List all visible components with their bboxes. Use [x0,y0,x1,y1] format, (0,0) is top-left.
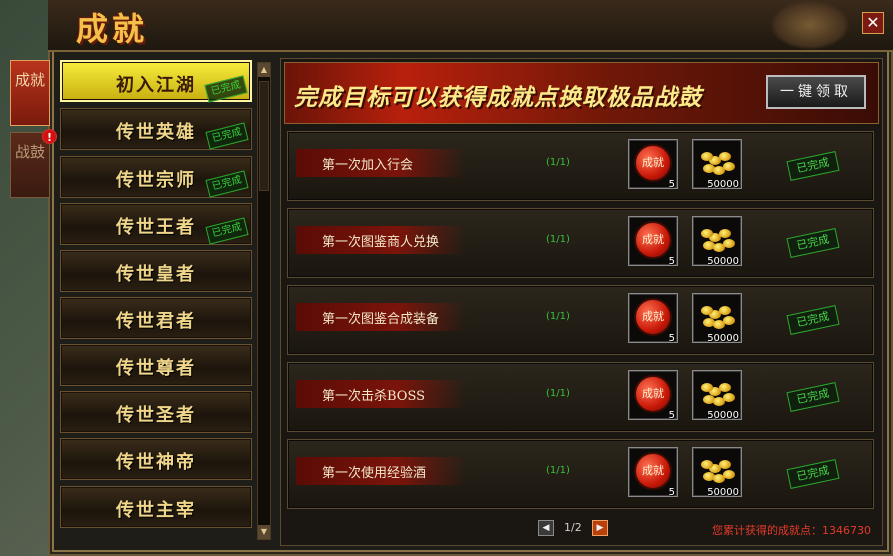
achievement-progress: (1/1) [546,311,570,322]
reward-slot-achievement[interactable]: 成就 5 [628,139,678,190]
completed-stamp: 已完成 [786,459,840,489]
gold-coins-icon [699,225,737,255]
list-item[interactable]: 传世主宰 [60,486,252,528]
reward-count: 50000 [707,333,739,344]
reward-slot-gold[interactable]: 50000 [692,293,742,344]
reward-slot-achievement[interactable]: 成就 5 [628,216,678,267]
list-item[interactable]: 传世圣者 [60,391,252,433]
reward-count: 5 [668,487,675,498]
list-scrollbar[interactable]: ▲ ▼ [257,62,271,540]
gold-coins-icon [699,456,737,486]
reward-slot-gold[interactable]: 50000 [692,370,742,421]
reward-count: 5 [668,256,675,267]
prev-page-button[interactable]: ◀ [538,520,554,536]
reward-count: 50000 [707,410,739,421]
scroll-thumb[interactable] [259,81,269,191]
scroll-down-icon[interactable]: ▼ [258,525,270,539]
scroll-up-icon[interactable]: ▲ [258,63,270,77]
achievement-progress: (1/1) [546,388,570,399]
reward-count: 5 [668,410,675,421]
achievement-progress: (1/1) [546,465,570,476]
title-bar[interactable] [48,0,893,52]
close-button[interactable]: ✕ [862,12,884,34]
achievement-name: 第一次图鉴商人兑换 [322,235,440,250]
list-item[interactable]: 传世王者 已完成 [60,203,252,245]
achievement-name: 第一次加入行会 [322,158,414,173]
list-item-label: 传世圣者 [116,405,196,426]
list-item-label: 传世皇者 [116,264,196,285]
reward-count: 50000 [707,487,739,498]
reward-count: 5 [668,179,675,190]
gold-coins-icon [699,148,737,178]
list-item-label: 传世君者 [116,311,196,332]
list-item[interactable]: 初入江湖 已完成 [60,60,252,103]
completed-stamp: 已完成 [786,305,840,335]
achievement-name: 第一次使用经验酒 [322,466,427,481]
page-indicator: 1/2 [564,521,582,534]
alert-icon: ! [42,129,57,144]
achievement-row: 第一次击杀BOSS (1/1) 成就 5 50000 已完成 [287,362,874,432]
reward-count: 50000 [707,256,739,267]
reward-slot-achievement[interactable]: 成就 5 [628,293,678,344]
reward-count: 5 [668,333,675,344]
achievement-orb-icon: 成就 [634,221,672,259]
list-item[interactable]: 传世英雄 已完成 [60,108,252,150]
list-item-label: 传世神帝 [116,452,196,473]
list-item-label: 传世主宰 [116,500,196,521]
claim-all-button[interactable]: 一键领取 [766,75,866,109]
achievement-category-list: 初入江湖 已完成 传世英雄 已完成 传世宗师 已完成 传世王者 已完成 传世皇者… [60,60,258,540]
reward-slot-gold[interactable]: 50000 [692,216,742,267]
achievement-row: 第一次使用经验酒 (1/1) 成就 5 50000 已完成 [287,439,874,509]
achievement-name: 第一次击杀BOSS [322,389,426,404]
dragon-ornament [770,0,850,50]
list-item[interactable]: 传世皇者 [60,250,252,292]
reward-slot-achievement[interactable]: 成就 5 [628,447,678,498]
list-item[interactable]: 传世宗师 已完成 [60,156,252,198]
achievement-row: 第一次图鉴合成装备 (1/1) 成就 5 50000 已完成 [287,285,874,355]
reward-count: 50000 [707,179,739,190]
reward-slot-gold[interactable]: 50000 [692,447,742,498]
achievement-orb-icon: 成就 [634,298,672,336]
completed-stamp: 已完成 [786,228,840,258]
list-item[interactable]: 传世尊者 [60,344,252,386]
achievement-row: 第一次图鉴商人兑换 (1/1) 成就 5 50000 已完成 [287,208,874,278]
gold-coins-icon [699,379,737,409]
achievement-progress: (1/1) [546,157,570,168]
gold-coins-icon [699,302,737,332]
list-item[interactable]: 传世君者 [60,297,252,339]
completed-stamp: 已完成 [786,382,840,412]
completed-stamp: 已完成 [786,151,840,181]
achievement-orb-icon: 成就 [634,452,672,490]
achievement-orb-icon: 成就 [634,375,672,413]
achievement-name: 第一次图鉴合成装备 [322,312,440,327]
banner-text: 完成目标可以获得成就点换取极品战鼓 [294,84,702,111]
reward-slot-gold[interactable]: 50000 [692,139,742,190]
window-title: 成就 [76,10,149,48]
achievement-row: 第一次加入行会 (1/1) 成就 5 50000 已完成 [287,131,874,201]
reward-slot-achievement[interactable]: 成就 5 [628,370,678,421]
list-item[interactable]: 传世神帝 [60,438,252,480]
tab-achievement[interactable]: 成就 [10,60,50,126]
list-item-label: 传世尊者 [116,358,196,379]
achievement-points-total: 您累计获得的成就点：1346730 [712,524,871,537]
achievement-orb-icon: 成就 [634,144,672,182]
achievement-progress: (1/1) [546,234,570,245]
next-page-button[interactable]: ▶ [592,520,608,536]
